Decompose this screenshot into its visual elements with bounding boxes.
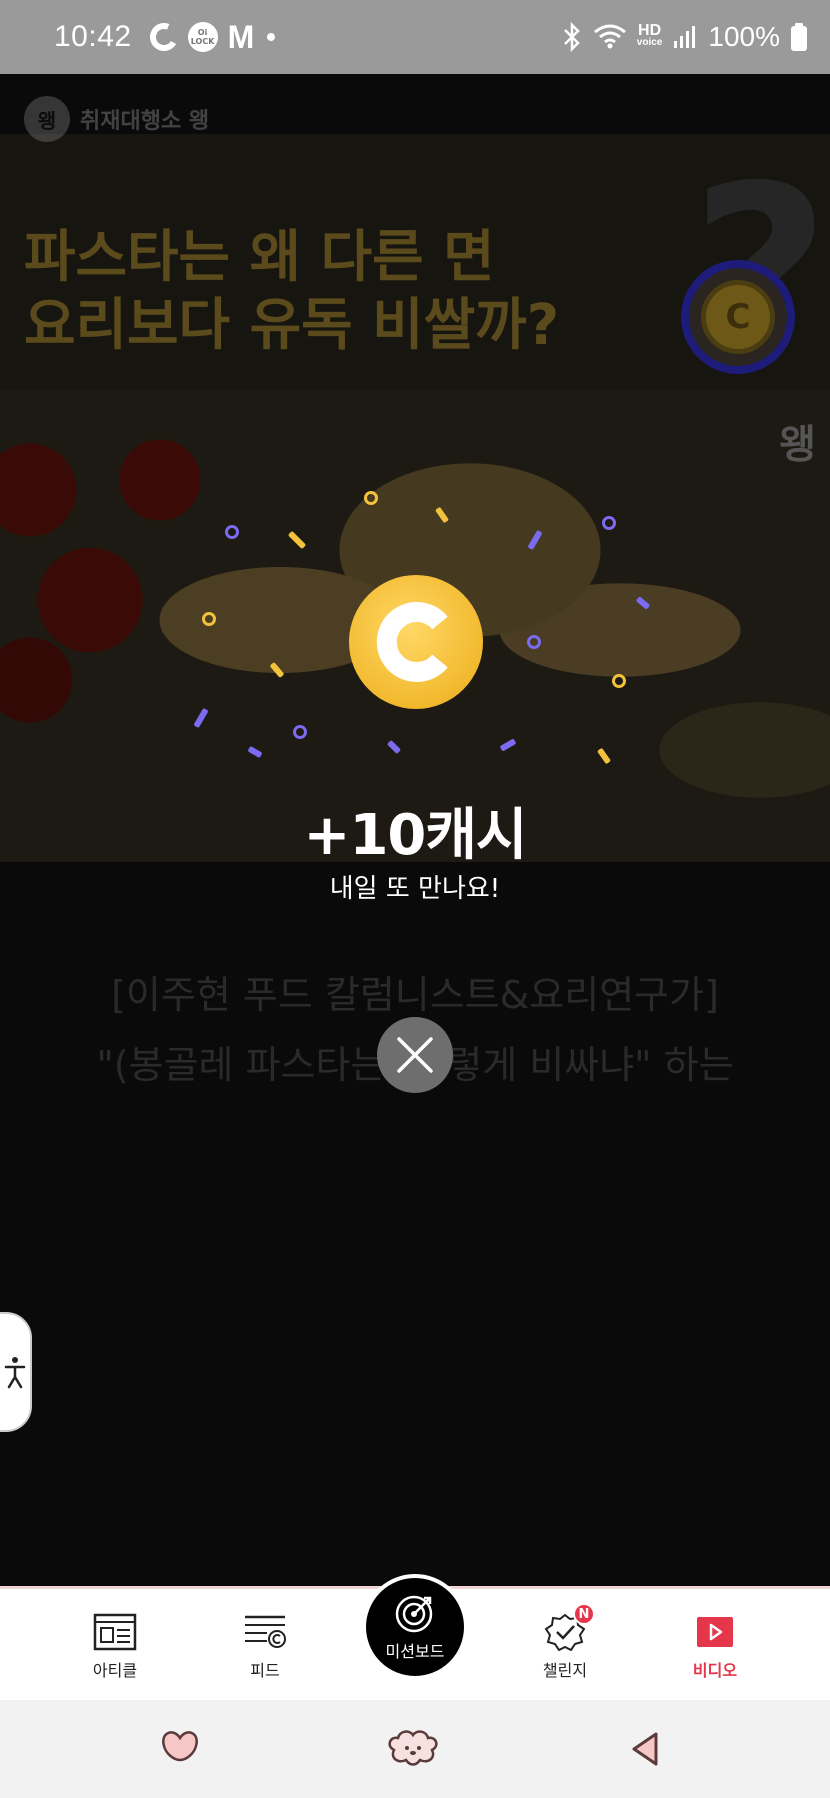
confetti-ring bbox=[225, 525, 239, 539]
hd-label: HD bbox=[638, 22, 662, 39]
status-bar: 10:42 Oi LOCK M HD voice 100% bbox=[0, 0, 830, 74]
nav-item-mission-board[interactable]: 미션보드 bbox=[362, 1574, 468, 1680]
dot-icon bbox=[264, 30, 278, 44]
wifi-icon bbox=[593, 23, 627, 51]
accessibility-button[interactable] bbox=[0, 1312, 32, 1432]
recent-apps-button[interactable] bbox=[160, 1730, 200, 1764]
c-app-icon bbox=[149, 23, 178, 51]
voice-label: voice bbox=[636, 37, 663, 48]
floating-cash-coin-button[interactable]: C bbox=[681, 260, 795, 374]
new-badge: N bbox=[573, 1603, 595, 1625]
accessibility-icon bbox=[4, 1357, 26, 1389]
nav-item-challenge[interactable]: N 챌린지 bbox=[505, 1603, 625, 1681]
nav-item-feed[interactable]: 피드 bbox=[205, 1613, 325, 1681]
nav-label-feed: 피드 bbox=[250, 1661, 280, 1680]
bluetooth-icon bbox=[561, 22, 583, 52]
nav-label-challenge: 챌린지 bbox=[542, 1661, 588, 1680]
m-app-icon: M bbox=[227, 18, 255, 55]
article-icon bbox=[93, 1613, 137, 1651]
home-button[interactable] bbox=[386, 1730, 440, 1766]
thumbnail-title-line1: 파스타는 왜 다른 면 bbox=[24, 225, 495, 290]
reward-amount: +10캐시 bbox=[303, 803, 528, 868]
thumbnail-title-line2: 요리보다 유독 비쌀까? bbox=[24, 293, 560, 358]
channel-logo: 왱 bbox=[24, 96, 70, 142]
cloud-face-icon bbox=[388, 1730, 438, 1766]
challenge-icon-wrap: N bbox=[543, 1603, 595, 1652]
video-play-icon bbox=[697, 1617, 733, 1647]
status-right-icons: HD voice 100% bbox=[561, 21, 808, 53]
confetti-ring bbox=[612, 674, 626, 688]
target-icon bbox=[395, 1595, 433, 1633]
nav-label-article: 아티클 bbox=[92, 1661, 138, 1680]
cash-coin-icon bbox=[349, 575, 483, 709]
signal-icon bbox=[672, 24, 698, 50]
nav-item-video[interactable]: 비디오 bbox=[655, 1613, 775, 1681]
status-time: 10:42 bbox=[54, 20, 132, 53]
confetti-ring bbox=[202, 612, 216, 626]
back-triangle-icon bbox=[632, 1732, 658, 1766]
caption-line-1: [이주현 푸드 칼럼니스트&요리연구가] bbox=[111, 973, 719, 1017]
nav-label-video: 비디오 bbox=[692, 1661, 738, 1680]
thumbnail-graphic: ?왱 bbox=[540, 154, 830, 634]
photo-watermark-logo: 왱 bbox=[779, 422, 816, 468]
confetti-ring bbox=[527, 635, 541, 649]
confetti-ring bbox=[293, 725, 307, 739]
feed-icon bbox=[245, 1615, 286, 1648]
close-icon bbox=[397, 1037, 433, 1073]
system-navigation-bar bbox=[0, 1700, 830, 1798]
cash-coin-icon: C bbox=[701, 280, 775, 354]
nav-item-article[interactable]: 아티클 bbox=[55, 1613, 175, 1681]
confetti-ring bbox=[602, 516, 616, 530]
coin-c-icon bbox=[376, 602, 448, 682]
confetti-ring bbox=[364, 491, 378, 505]
oilock-icon: Oi LOCK bbox=[187, 22, 218, 52]
status-left-icons: Oi LOCK M bbox=[149, 18, 279, 56]
thumbnail-title: 파스타는 왜 다른 면 요리보다 유독 비쌀까? bbox=[24, 224, 559, 360]
reward-message: 내일 또 만나요! bbox=[329, 874, 501, 904]
battery-icon bbox=[790, 22, 808, 52]
back-button[interactable] bbox=[630, 1730, 660, 1768]
nav-label-mission-board: 미션보드 bbox=[385, 1642, 445, 1661]
channel-name: 취재대행소 왱 bbox=[80, 109, 210, 134]
close-button[interactable] bbox=[377, 1017, 453, 1093]
channel-info[interactable]: 왱 취재대행소 왱 bbox=[24, 96, 209, 142]
battery-percent: 100% bbox=[708, 21, 780, 52]
heart-icon bbox=[162, 1731, 198, 1762]
hd-voice-icon: HD voice bbox=[636, 22, 663, 49]
